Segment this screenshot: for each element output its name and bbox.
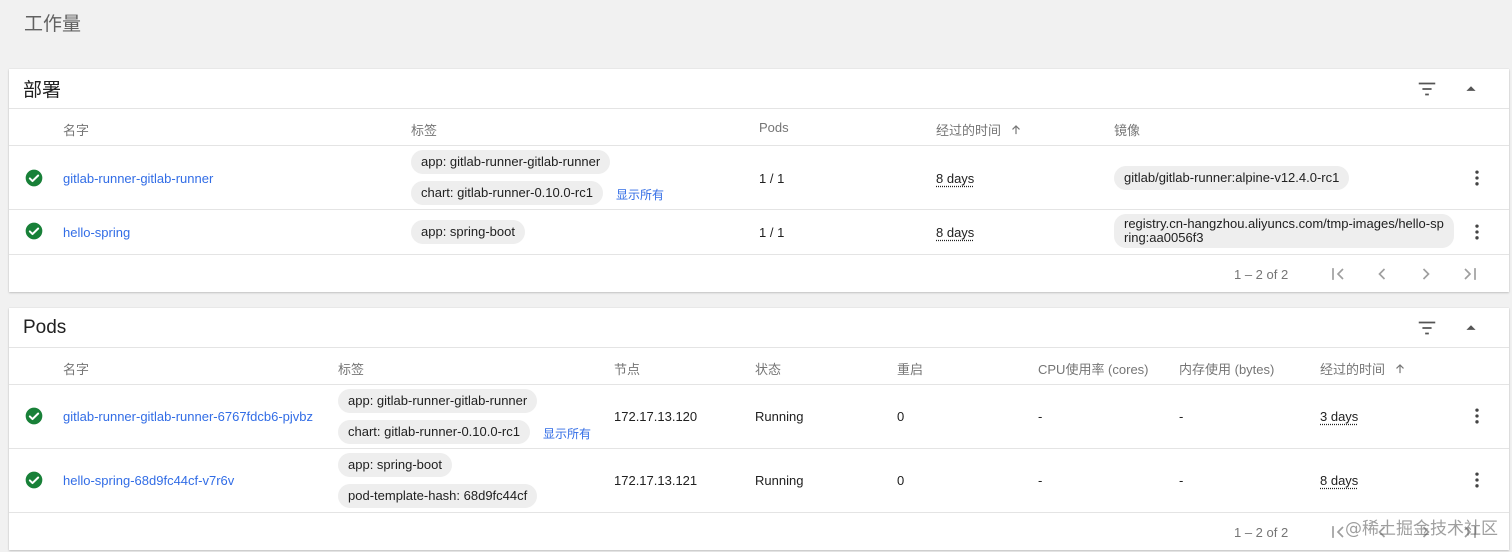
deployments-table-head: 名字 标签 Pods 经过的时间 镜像 — [9, 109, 1509, 146]
memory-value: - — [1179, 409, 1184, 424]
age-value[interactable]: 8 days — [1320, 473, 1358, 488]
more-menu-icon[interactable] — [1467, 168, 1487, 188]
prev-page-icon[interactable] — [1371, 264, 1393, 284]
col-labels: 标签 — [338, 362, 365, 377]
table-row: gitlab-runner-gitlab-runner-6767fdcb6-pj… — [9, 385, 1509, 449]
memory-value: - — [1179, 473, 1184, 488]
filter-icon[interactable] — [1409, 76, 1445, 102]
status-value: Running — [755, 473, 804, 488]
last-page-icon[interactable] — [1459, 264, 1481, 284]
col-restarts[interactable]: 重启 — [897, 359, 923, 378]
col-age-label: 经过的时间 — [936, 123, 1002, 138]
col-images: 镜像 — [1114, 123, 1141, 138]
show-all-link[interactable]: 显示所有 — [543, 425, 591, 442]
label-chip: app: gitlab-runner-gitlab-runner — [411, 150, 611, 174]
pods-card: Pods 名字 标签 节点 状态 重启 CPU使用率 (cores) 内存使用 … — [9, 308, 1509, 550]
watermark: @稀土掘金技术社区 — [1345, 519, 1498, 539]
col-name[interactable]: 名字 — [63, 120, 89, 139]
collapse-icon[interactable] — [1453, 76, 1489, 102]
table-row: gitlab-runner-gitlab-runner app: gitlab-… — [9, 146, 1509, 210]
pagination-range: 1 – 2 of 2 — [1234, 525, 1289, 540]
label-chip: app: spring-boot — [411, 220, 525, 244]
label-chip: app: spring-boot — [338, 453, 452, 477]
image-chip: registry.cn-hangzhou.aliyuncs.com/tmp-im… — [1114, 214, 1454, 248]
image-chip: gitlab/gitlab-runner:alpine-v12.4.0-rc1 — [1114, 166, 1350, 190]
deployment-name-link[interactable]: hello-spring — [63, 225, 130, 240]
pagination-range: 1 – 2 of 2 — [1234, 267, 1289, 282]
cpu-value: - — [1038, 473, 1043, 488]
pod-name-link[interactable]: hello-spring-68d9fc44cf-v7r6v — [63, 473, 234, 488]
pagination: 1 – 2 of 2 — [9, 255, 1509, 292]
more-menu-icon[interactable] — [1467, 406, 1487, 426]
deployments-title: 部署 — [23, 80, 62, 101]
col-status[interactable]: 状态 — [755, 359, 781, 378]
col-memory: 内存使用 (bytes) — [1179, 362, 1275, 377]
sort-arrow-icon — [1393, 362, 1407, 376]
deployments-header: 部署 — [9, 69, 1509, 109]
show-all-link[interactable]: 显示所有 — [616, 186, 664, 203]
pods-table-head: 名字 标签 节点 状态 重启 CPU使用率 (cores) 内存使用 (byte… — [9, 348, 1509, 385]
check-circle-icon — [24, 221, 44, 241]
label-chip: pod-template-hash: 68d9fc44cf — [338, 484, 538, 508]
age-value[interactable]: 8 days — [936, 171, 974, 186]
next-page-icon[interactable] — [1415, 264, 1437, 284]
age-value[interactable]: 8 days — [936, 225, 974, 240]
more-menu-icon[interactable] — [1467, 222, 1487, 242]
restarts-value: 0 — [897, 409, 905, 424]
collapse-icon[interactable] — [1453, 315, 1489, 341]
col-cpu: CPU使用率 (cores) — [1038, 362, 1149, 377]
node-value: 172.17.13.120 — [614, 409, 698, 424]
col-labels: 标签 — [411, 123, 438, 138]
deployment-name-link[interactable]: gitlab-runner-gitlab-runner — [63, 171, 213, 186]
table-row: hello-spring-68d9fc44cf-v7r6v app: sprin… — [9, 449, 1509, 513]
cpu-value: - — [1038, 409, 1043, 424]
label-chip: app: gitlab-runner-gitlab-runner — [338, 389, 538, 413]
age-value[interactable]: 3 days — [1320, 409, 1358, 424]
table-row: hello-spring app: spring-boot 1 / 1 8 da… — [9, 210, 1509, 255]
page-title: 工作量 — [24, 14, 82, 35]
col-pods[interactable]: Pods — [759, 120, 789, 135]
pods-count: 1 / 1 — [759, 225, 785, 240]
deployments-card: 部署 名字 标签 Pods 经过的时间 镜像 gitlab-runner-git… — [9, 69, 1509, 292]
more-menu-icon[interactable] — [1467, 470, 1487, 490]
check-circle-icon — [24, 168, 44, 188]
sort-arrow-icon — [1009, 123, 1023, 137]
filter-icon[interactable] — [1409, 315, 1445, 341]
label-chip: chart: gitlab-runner-0.10.0-rc1 — [411, 181, 603, 205]
col-age[interactable]: 经过的时间 — [936, 120, 1023, 139]
pods-header: Pods — [9, 308, 1509, 348]
node-value: 172.17.13.121 — [614, 473, 698, 488]
first-page-icon[interactable] — [1327, 264, 1349, 284]
restarts-value: 0 — [897, 473, 905, 488]
status-value: Running — [755, 409, 804, 424]
col-node[interactable]: 节点 — [614, 359, 640, 378]
col-name[interactable]: 名字 — [63, 359, 89, 378]
check-circle-icon — [24, 406, 44, 426]
check-circle-icon — [24, 470, 44, 490]
col-age-label: 经过的时间 — [1320, 362, 1386, 377]
pagination: 1 – 2 of 2 — [9, 513, 1509, 550]
label-chip: chart: gitlab-runner-0.10.0-rc1 — [338, 420, 530, 444]
col-age[interactable]: 经过的时间 — [1320, 359, 1407, 378]
pods-title: Pods — [23, 316, 67, 338]
pods-count: 1 / 1 — [759, 171, 785, 186]
pod-name-link[interactable]: gitlab-runner-gitlab-runner-6767fdcb6-pj… — [63, 409, 313, 424]
